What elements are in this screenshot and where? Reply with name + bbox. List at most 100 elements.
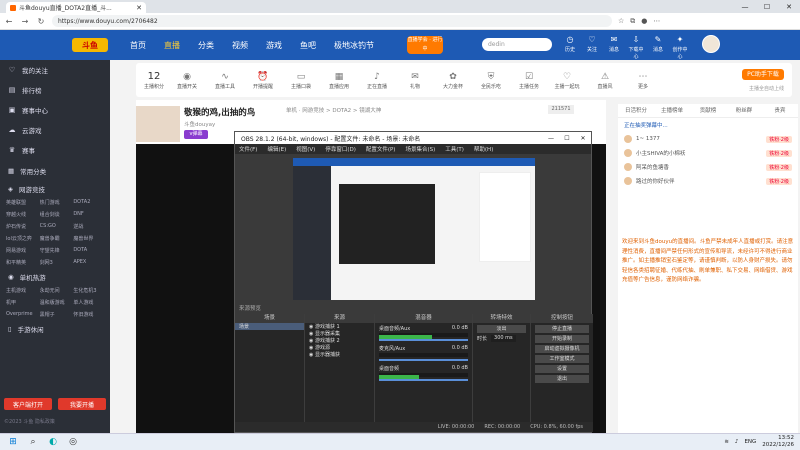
clock[interactable]: 13:52 2022/12/26 bbox=[762, 435, 794, 449]
site-logo[interactable]: 斗鱼 bbox=[72, 38, 108, 52]
download-button[interactable]: ⇩ 下载中心 bbox=[628, 34, 644, 60]
category-link[interactable]: Overprime bbox=[6, 311, 37, 318]
category-link[interactable]: 和平精英 bbox=[6, 259, 37, 266]
category-link[interactable]: DNF bbox=[73, 211, 104, 218]
obs-menu-item[interactable]: 工具(T) bbox=[445, 145, 464, 153]
sidebar-section-single[interactable]: ◉ 单机热游 bbox=[0, 270, 110, 284]
category-link[interactable]: 魔兽争霸 bbox=[40, 235, 71, 242]
search-icon[interactable]: ⌕ bbox=[26, 435, 40, 449]
message-button[interactable]: ✎ 消息 bbox=[650, 34, 666, 60]
category-link[interactable]: 穿越火线 bbox=[6, 211, 37, 218]
browser-tab[interactable]: 斗鱼douyu直播_DOTA2直播_斗... ✕ bbox=[6, 2, 146, 13]
sidebar-section-mobile[interactable]: ▯ 手游休闲 bbox=[0, 322, 110, 336]
windows-start-icon[interactable]: ⊞ bbox=[6, 435, 20, 449]
source-item[interactable]: ◉ 游戏捕获 2 bbox=[305, 337, 374, 344]
rank-row[interactable]: 小主SHIVA的小棉袄 铁粉·2级 bbox=[618, 146, 798, 160]
live-school-button[interactable]: 直播学会 · 进行中 bbox=[407, 36, 443, 54]
obs-control-button[interactable]: 开始录制 bbox=[535, 335, 589, 343]
rank-row[interactable]: 路过的你好伙伴 铁粉·2级 bbox=[618, 174, 798, 188]
category-link[interactable]: 英雄联盟 bbox=[6, 199, 37, 206]
toolbar-item[interactable]: ♡ 主播一起玩 bbox=[552, 71, 582, 90]
tab-close-icon[interactable]: ✕ bbox=[136, 4, 142, 12]
obs-menu-item[interactable]: 停靠窗口(D) bbox=[325, 145, 356, 153]
category-link[interactable]: 主机游戏 bbox=[6, 287, 37, 294]
category-link[interactable]: 炉石传说 bbox=[6, 223, 37, 230]
obs-control-button[interactable]: 设置 bbox=[535, 365, 589, 373]
chat-tab[interactable]: 贵宾 bbox=[762, 104, 798, 117]
profile-icon[interactable]: ● bbox=[641, 17, 647, 25]
follow-button[interactable]: ♡ 关注 bbox=[584, 34, 600, 60]
category-link[interactable]: APEX bbox=[73, 259, 104, 266]
sidebar-section-common[interactable]: ▦ 常用分类 bbox=[0, 164, 110, 178]
room-author[interactable]: 斗鱼douyay bbox=[184, 120, 215, 128]
forward-icon[interactable]: → bbox=[20, 17, 30, 26]
transition-select[interactable]: 淡出 bbox=[477, 325, 526, 333]
room-badge[interactable]: v弹幕 bbox=[184, 130, 208, 139]
obs-control-button[interactable]: 启动虚拟摄像机 bbox=[535, 345, 589, 353]
source-item[interactable]: ◉ 游戏源 bbox=[305, 344, 374, 351]
toolbar-item[interactable]: ☑ 主播任务 bbox=[514, 71, 544, 90]
chat-tab[interactable]: 日活积分 bbox=[618, 104, 654, 117]
category-link[interactable]: 温和版游戏 bbox=[40, 299, 71, 306]
toolbar-item[interactable]: ♪ 正在直播 bbox=[362, 71, 392, 90]
category-link[interactable]: 魔兽世界 bbox=[73, 235, 104, 242]
category-link[interactable]: 网易游戏 bbox=[6, 247, 37, 254]
edge-icon[interactable]: ◐ bbox=[46, 435, 60, 449]
start-live-button[interactable]: 我要开播 bbox=[58, 398, 106, 410]
sidebar-item-match[interactable]: ♛ 赛事 bbox=[0, 140, 110, 160]
chat-tab[interactable]: 贡献榜 bbox=[690, 104, 726, 117]
toolbar-item[interactable]: ⏰ 开播提醒 bbox=[248, 71, 278, 90]
star-icon[interactable]: ☆ bbox=[618, 17, 624, 25]
maximize-button[interactable]: ☐ bbox=[756, 0, 778, 13]
scene-item[interactable]: 场景 bbox=[235, 323, 304, 330]
category-link[interactable]: CS:GO bbox=[40, 223, 71, 230]
toolbar-item[interactable]: ✉ 礼物 bbox=[400, 71, 430, 90]
nav-game[interactable]: 游戏 bbox=[266, 40, 282, 51]
toolbar-item[interactable]: ▦ 直播应用 bbox=[324, 71, 354, 90]
category-link[interactable]: lol云顶之弈 bbox=[6, 235, 37, 242]
sidebar-item-rank[interactable]: ▤ 排行榜 bbox=[0, 80, 110, 100]
toolbar-item[interactable]: ✿ 大力金杯 bbox=[438, 71, 468, 90]
creator-button[interactable]: ✦ 创作中心 bbox=[672, 34, 688, 60]
category-link[interactable]: DOTA bbox=[73, 247, 104, 254]
lang-indicator[interactable]: ENG bbox=[744, 439, 756, 445]
pc-assistant-button[interactable]: PC助手下载 bbox=[742, 69, 784, 80]
toolbar-item[interactable]: ⋯ 更多 bbox=[628, 71, 658, 90]
obs-maximize-icon[interactable]: ☐ bbox=[559, 135, 575, 142]
volume-slider[interactable] bbox=[379, 379, 468, 381]
volume-slider[interactable] bbox=[379, 339, 468, 341]
category-link[interactable]: 热门游戏 bbox=[40, 199, 71, 206]
obs-control-button[interactable]: 工作室模式 bbox=[535, 355, 589, 363]
nav-home[interactable]: 首页 bbox=[130, 40, 146, 51]
wifi-icon[interactable]: ≋ bbox=[724, 439, 729, 445]
category-link[interactable]: 守望先锋 bbox=[40, 247, 71, 254]
category-link[interactable]: 生化危机3 bbox=[73, 287, 104, 294]
toolbar-item[interactable]: ∿ 直播工具 bbox=[210, 71, 240, 90]
obs-menu-item[interactable]: 视图(V) bbox=[296, 145, 315, 153]
extensions-icon[interactable]: ⧉ bbox=[630, 17, 635, 26]
sidebar-section-online[interactable]: ◈ 网游竞技 bbox=[0, 182, 110, 196]
sidebar-item-channel[interactable]: ▣ 赛事中心 bbox=[0, 100, 110, 120]
category-link[interactable]: DOTA2 bbox=[73, 199, 104, 206]
obs-menu-item[interactable]: 配置文件(P) bbox=[366, 145, 396, 153]
obs-preview[interactable] bbox=[293, 158, 535, 300]
category-link[interactable]: 怀旧游戏 bbox=[73, 311, 104, 318]
refresh-icon[interactable]: ↻ bbox=[36, 17, 46, 26]
rank-row[interactable]: 1~ 1377 铁粉·2级 bbox=[618, 132, 798, 146]
obs-menu-item[interactable]: 文件(F) bbox=[239, 145, 257, 153]
obs-control-button[interactable]: 退出 bbox=[535, 375, 589, 383]
nav-category[interactable]: 分类 bbox=[198, 40, 214, 51]
category-link[interactable]: 剑网3 bbox=[40, 259, 71, 266]
mail-button[interactable]: ✉ 消息 bbox=[606, 34, 622, 60]
obs-menu-item[interactable]: 编辑(E) bbox=[267, 145, 286, 153]
back-icon[interactable]: ← bbox=[4, 17, 14, 26]
user-avatar[interactable] bbox=[702, 35, 720, 53]
category-link[interactable]: 永劫无间 bbox=[40, 287, 71, 294]
history-button[interactable]: ◷ 历史 bbox=[562, 34, 578, 60]
url-input[interactable]: https://www.douyu.com/2706482 bbox=[52, 15, 612, 27]
toolbar-item[interactable]: ⚠ 直播风 bbox=[590, 71, 620, 90]
open-client-button[interactable]: 客户端打开 bbox=[4, 398, 52, 410]
obs-close-icon[interactable]: ✕ bbox=[575, 135, 591, 142]
rank-row[interactable]: 阿呆的鱼塘香 铁粉·2级 bbox=[618, 160, 798, 174]
category-link[interactable]: 组合剑谈 bbox=[40, 211, 71, 218]
